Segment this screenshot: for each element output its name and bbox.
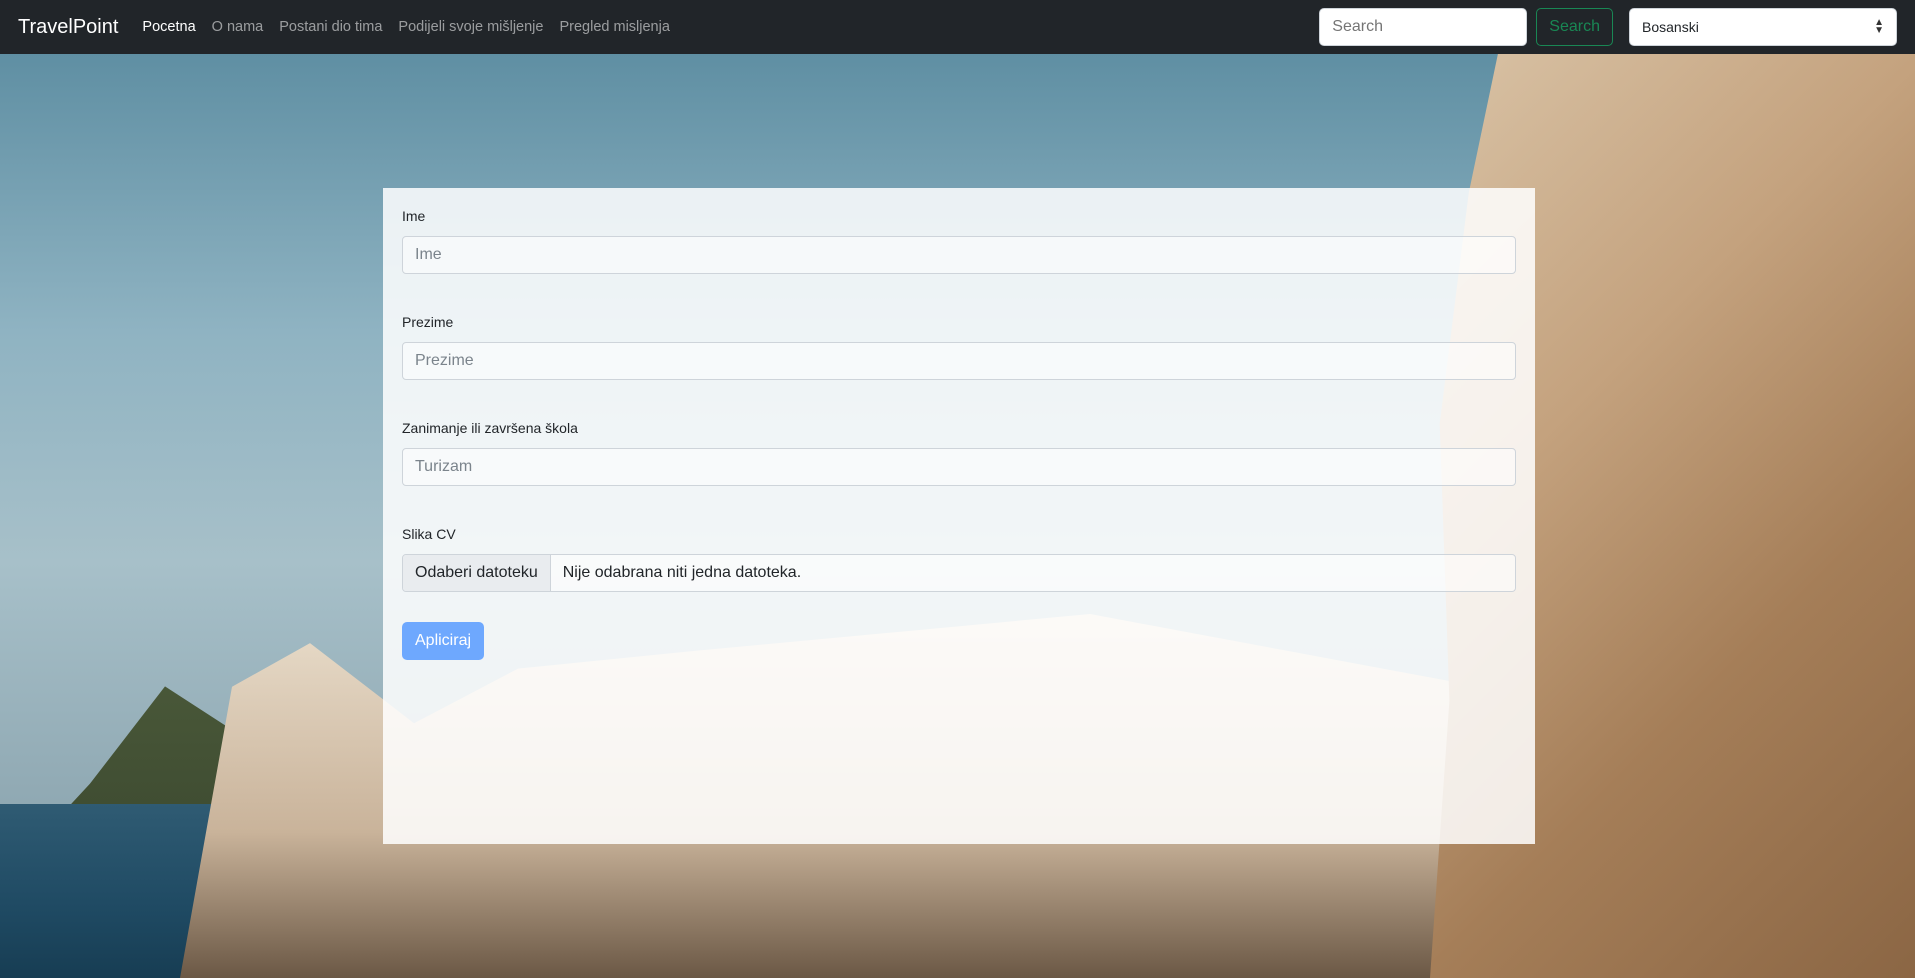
first-name-input[interactable] bbox=[402, 236, 1516, 274]
brand-logo[interactable]: TravelPoint bbox=[18, 16, 118, 39]
choose-file-button[interactable]: Odaberi datoteku bbox=[403, 555, 551, 591]
occupation-group: Zanimanje ili završena škola bbox=[402, 420, 1516, 486]
search-input[interactable] bbox=[1319, 8, 1528, 46]
nav-link-postani-dio-tima[interactable]: Postani dio tima bbox=[279, 19, 382, 35]
last-name-label: Prezime bbox=[402, 314, 454, 330]
nav-link-podijeli-misljenje[interactable]: Podijeli svoje mišljenje bbox=[398, 19, 543, 35]
search-button[interactable]: Search bbox=[1536, 8, 1613, 46]
application-form: Ime Prezime Zanimanje ili završena škola… bbox=[383, 188, 1535, 844]
first-name-label: Ime bbox=[402, 208, 426, 224]
navbar-right: Search Bosanski ▲▼ bbox=[1319, 8, 1897, 46]
nav-link-o-nama[interactable]: O nama bbox=[212, 19, 264, 35]
language-selected-value: Bosanski bbox=[1642, 19, 1699, 35]
language-select[interactable]: Bosanski ▲ ▼ bbox=[1629, 8, 1897, 46]
apply-button[interactable]: Apliciraj bbox=[402, 622, 485, 660]
first-name-group: Ime bbox=[402, 208, 1516, 274]
cv-label: Slika CV bbox=[402, 526, 456, 542]
file-status-text: Nije odabrana niti jedna datoteka. bbox=[550, 555, 1515, 591]
occupation-input[interactable] bbox=[402, 448, 1516, 486]
cv-group: Slika CV Odaberi datoteku Nije odabrana … bbox=[402, 526, 1516, 592]
cv-file-input[interactable]: Odaberi datoteku Nije odabrana niti jedn… bbox=[402, 554, 1516, 592]
nav-link-pocetna[interactable]: Pocetna bbox=[142, 19, 195, 35]
last-name-input[interactable] bbox=[402, 342, 1516, 380]
nav-link-pregled-misljenja[interactable]: Pregled misljenja bbox=[559, 19, 669, 35]
select-arrows-icon: ▲ ▼ bbox=[1874, 17, 1884, 36]
last-name-group: Prezime bbox=[402, 314, 1516, 380]
occupation-label: Zanimanje ili završena škola bbox=[402, 420, 578, 436]
nav-links: Pocetna O nama Postani dio tima Podijeli… bbox=[142, 19, 669, 35]
navbar: TravelPoint Pocetna O nama Postani dio t… bbox=[0, 0, 1915, 54]
